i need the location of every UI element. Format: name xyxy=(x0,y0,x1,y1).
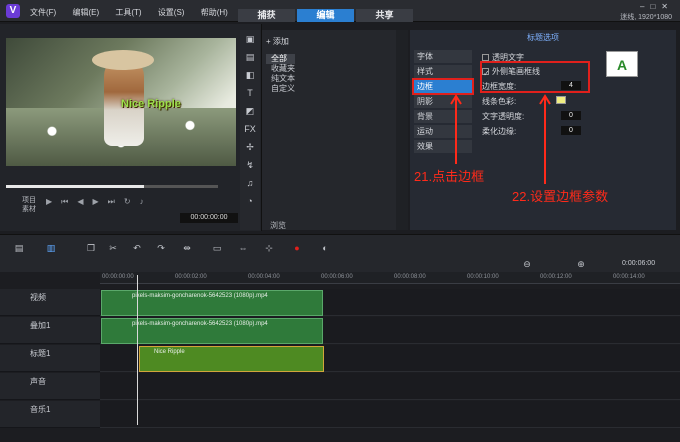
next-frame-icon[interactable]: ▶ xyxy=(93,197,99,207)
path-icon[interactable]: ✢ xyxy=(240,138,260,156)
workspace-tabs: 捕获 编辑 共享 xyxy=(238,9,413,22)
tick-1: 00:00:02:00 xyxy=(175,274,207,280)
tab-font[interactable]: 字体 xyxy=(414,50,472,63)
overlay-clip[interactable]: pixels-maksim-goncharenok-5642523 (1080p… xyxy=(101,318,323,344)
browse-button[interactable]: 浏览 xyxy=(270,220,286,231)
record-icon[interactable]: ● xyxy=(290,243,304,253)
tab-share[interactable]: 共享 xyxy=(356,9,413,22)
project-mode[interactable]: 项目 xyxy=(22,196,36,205)
menu-edit[interactable]: 编辑(E) xyxy=(72,7,99,18)
volume-icon[interactable]: ♪ xyxy=(140,197,144,207)
start-icon[interactable]: ⏮ xyxy=(61,197,68,207)
tab-border[interactable]: 边框 xyxy=(412,78,474,95)
track-header-voice[interactable]: 声音 xyxy=(0,373,100,400)
mode-labels[interactable]: 项目 素材 xyxy=(22,196,36,214)
library-iconbar: ▣ ▤ ◧ T ◩ FX ✢ ↯ ♫ ◔ xyxy=(240,30,260,230)
copy-icon[interactable]: ❐ xyxy=(84,243,98,254)
video-clip[interactable]: pixels-maksim-goncharenok-5642523 (1080p… xyxy=(101,290,323,316)
tick-3: 00:00:06:00 xyxy=(321,274,353,280)
app-logo-icon: V xyxy=(6,4,20,18)
hat-image xyxy=(92,50,154,70)
scrub-progress xyxy=(6,185,144,188)
project-duration: 0:00:06:00 xyxy=(622,260,656,267)
menu-help[interactable]: 帮助(H) xyxy=(201,7,228,18)
track-header-title[interactable]: 标题1 xyxy=(0,345,100,372)
tick-4: 00:00:08:00 xyxy=(394,274,426,280)
repeat-icon[interactable]: ↻ xyxy=(124,197,131,207)
trim-icon[interactable]: ⇔ xyxy=(236,243,250,253)
tab-edit[interactable]: 编辑 xyxy=(297,9,354,22)
storyboard-icon[interactable]: ▤ xyxy=(12,243,26,254)
fx-icon[interactable]: FX xyxy=(240,120,260,138)
add-label: 添加 xyxy=(272,37,289,46)
speed-icon[interactable]: ◔ xyxy=(240,192,260,210)
zoom-out-icon[interactable]: ⊖ xyxy=(520,259,534,270)
track-header-music[interactable]: 音乐1 xyxy=(0,401,100,428)
redo-icon[interactable]: ↷ xyxy=(154,243,168,254)
undo-icon[interactable]: ↶ xyxy=(130,243,144,254)
track-label: 声音 xyxy=(30,377,46,386)
track-label: 标题1 xyxy=(30,349,51,358)
track-label: 叠加1 xyxy=(30,321,51,330)
title-icon[interactable]: T xyxy=(240,84,260,102)
clip-mode[interactable]: 素材 xyxy=(22,205,36,214)
cut-icon[interactable]: ✂ xyxy=(106,243,120,254)
menu-file[interactable]: 文件(F) xyxy=(30,7,56,18)
graphics-icon[interactable]: ◩ xyxy=(240,102,260,120)
title-overlay[interactable]: Nice Ripple xyxy=(121,98,181,110)
end-icon[interactable]: ⏭ xyxy=(108,197,115,207)
motion-track-icon[interactable]: ⊹ xyxy=(262,243,276,254)
menu-settings[interactable]: 设置(S) xyxy=(158,7,185,18)
tick-7: 00:00:14:00 xyxy=(613,274,645,280)
fit-icon[interactable]: ▭ xyxy=(210,243,224,254)
timeline-view-icon[interactable]: ▥ xyxy=(44,243,58,254)
menu-bar: 文件(F) 编辑(E) 工具(T) 设置(S) 帮助(H) xyxy=(30,7,242,18)
annotation-arrows xyxy=(450,94,551,184)
highlight-box xyxy=(480,61,590,93)
timecode[interactable]: 00:00:00:00 xyxy=(180,213,238,223)
library-list: 全部 收藏夹 纯文本 自定义 xyxy=(266,54,295,94)
tab-style[interactable]: 样式 xyxy=(414,65,472,78)
prev-frame-icon[interactable]: ◀ xyxy=(77,197,83,207)
menu-tools[interactable]: 工具(T) xyxy=(115,7,141,18)
playhead[interactable] xyxy=(137,275,138,425)
track-music[interactable] xyxy=(100,401,680,428)
library-item-custom[interactable]: 自定义 xyxy=(266,84,295,94)
add-button[interactable]: + 添加 xyxy=(266,36,289,47)
media-icon[interactable]: ▣ xyxy=(240,30,260,48)
track-header-overlay[interactable]: 叠加1 xyxy=(0,317,100,344)
motion-icon[interactable]: ↯ xyxy=(240,156,260,174)
plus-icon: + xyxy=(266,37,273,46)
title-clip[interactable]: Nice Ripple xyxy=(139,346,324,372)
playback-controls: ▶ ⏮ ◀ ▶ ⏭ ↻ ♪ xyxy=(46,197,144,207)
options-header: 标题选项 xyxy=(527,33,559,42)
transition-icon[interactable]: ◧ xyxy=(240,66,260,84)
track-label: 音乐1 xyxy=(30,405,51,414)
library-item-plain-text[interactable]: 纯文本 xyxy=(266,74,295,84)
track-voice[interactable] xyxy=(100,373,680,400)
tick-2: 00:00:04:00 xyxy=(248,274,280,280)
audio-icon[interactable]: ♫ xyxy=(240,174,260,192)
play-icon[interactable]: ▶ xyxy=(46,197,52,207)
library-item-all[interactable]: 全部 xyxy=(266,54,295,64)
preview-sample: A xyxy=(606,51,638,77)
zoom-in-icon[interactable]: ⊕ xyxy=(574,259,588,270)
tick-6: 00:00:12:00 xyxy=(540,274,572,280)
time-ruler[interactable]: 00:00:00:00 00:00:02:00 00:00:04:00 00:0… xyxy=(100,272,680,284)
resolution-label: 迷线, 1920*1080 xyxy=(620,14,672,21)
instant-project-icon[interactable]: ▤ xyxy=(240,48,260,66)
tick-0: 00:00:00:00 xyxy=(102,274,134,280)
library-item-favorites[interactable]: 收藏夹 xyxy=(266,64,295,74)
track-label: 视频 xyxy=(30,293,46,302)
track-header-video[interactable]: 视频 xyxy=(0,289,100,316)
tick-5: 00:00:10:00 xyxy=(467,274,499,280)
window-controls[interactable]: –□✕ xyxy=(640,2,674,11)
mask-icon[interactable]: ◐ xyxy=(318,243,332,253)
panel-divider[interactable] xyxy=(396,30,408,230)
split-icon[interactable]: ⇹ xyxy=(180,243,194,254)
tab-capture[interactable]: 捕获 xyxy=(238,9,295,22)
timeline-toolbar: ▤ ▥ ❐ ✂ ↶ ↷ ⇹ ▭ ⇔ ⊹ ● ◐ ⊖ ⊕ 0:00:06:00 xyxy=(0,234,680,272)
